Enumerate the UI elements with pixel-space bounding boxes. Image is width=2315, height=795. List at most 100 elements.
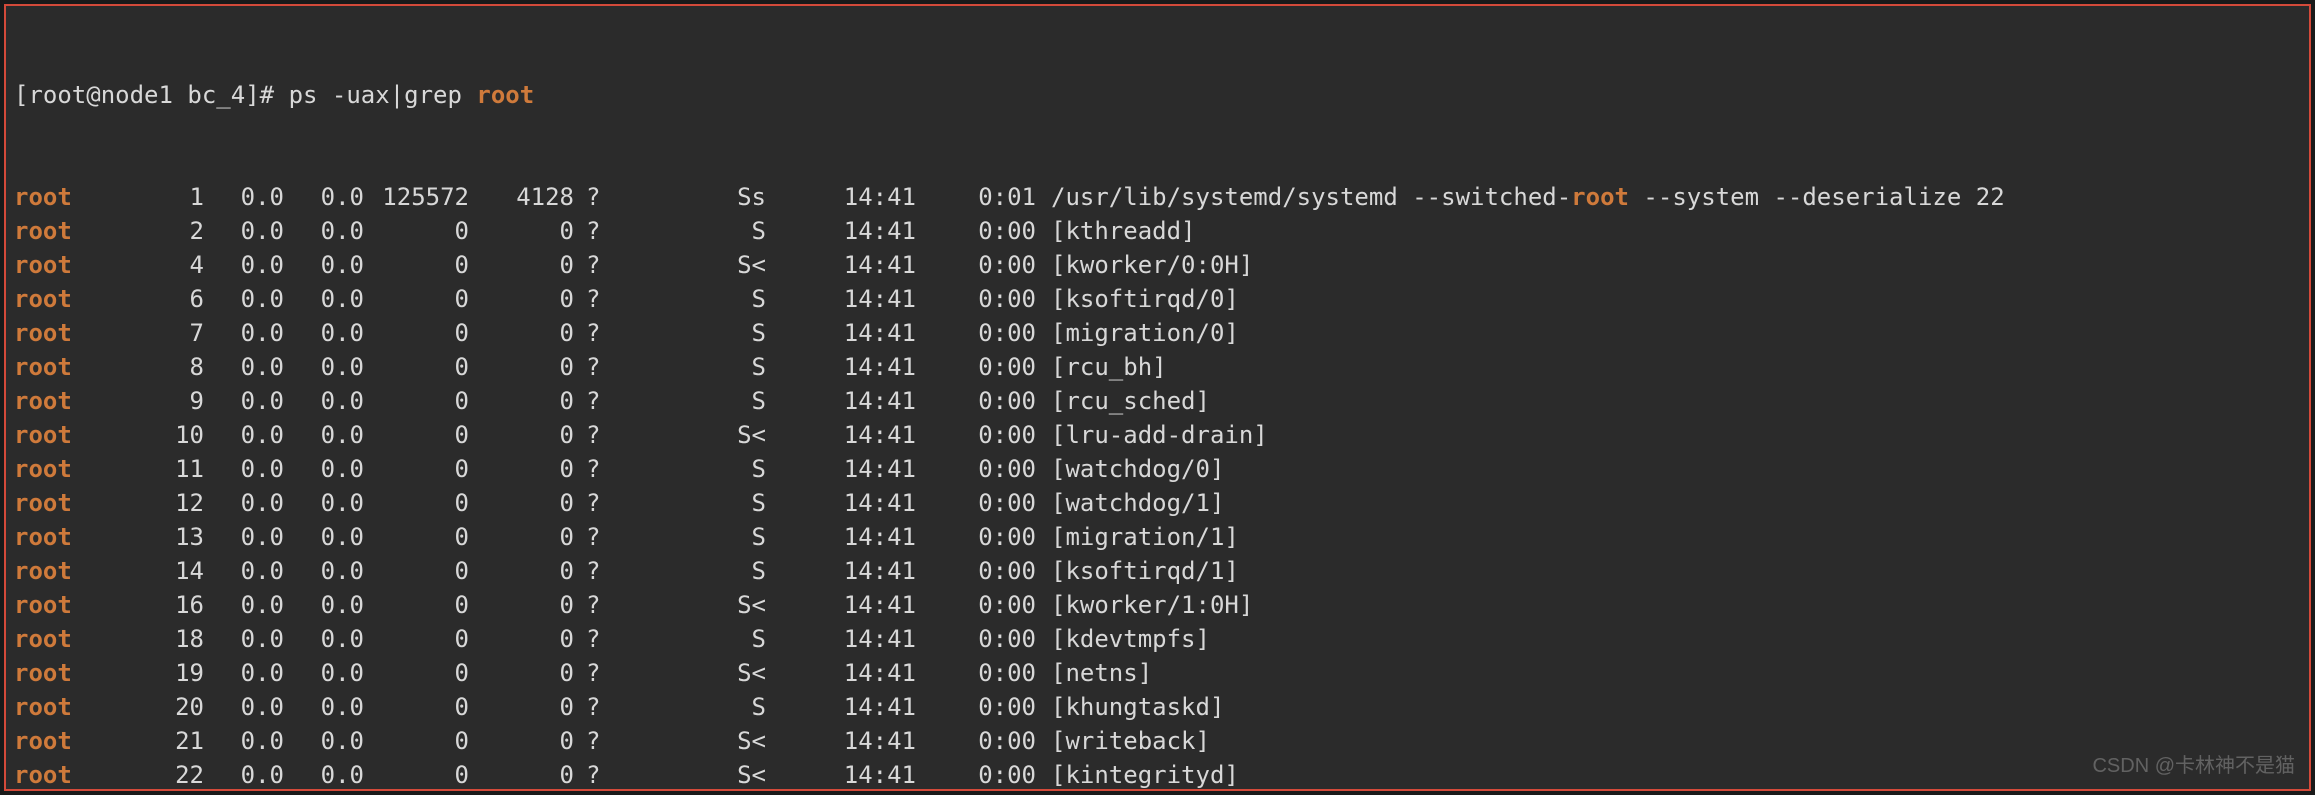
rss-cell: 0 [469,656,574,690]
stat-cell: S< [616,758,806,792]
pid-cell: 12 [134,486,204,520]
cpu-cell: 0.0 [204,622,284,656]
rss-cell: 0 [469,520,574,554]
pid-cell: 6 [134,282,204,316]
mem-cell: 0.0 [284,520,364,554]
process-row: root130.00.000?S14:410:00[migration/1] [14,520,2301,554]
time-cell: 0:00 [916,758,1036,792]
pid-cell: 8 [134,350,204,384]
tty-cell: ? [574,554,616,588]
vsz-cell: 0 [364,248,469,282]
time-cell: 0:00 [916,486,1036,520]
vsz-cell: 0 [364,656,469,690]
rss-cell: 0 [469,452,574,486]
stat-cell: S< [616,724,806,758]
process-row: root120.00.000?S14:410:00[watchdog/1] [14,486,2301,520]
pid-cell: 21 [134,724,204,758]
start-cell: 14:41 [806,520,916,554]
process-row: root160.00.000?S<14:410:00[kworker/1:0H] [14,588,2301,622]
pid-cell: 16 [134,588,204,622]
command-cell: [migration/1] [1036,520,1239,554]
vsz-cell: 0 [364,690,469,724]
command-cell: /usr/lib/systemd/systemd --switched-root… [1036,180,2005,214]
start-cell: 14:41 [806,554,916,588]
prompt-cwd: bc_4 [173,78,245,112]
process-row: root190.00.000?S<14:410:00[netns] [14,656,2301,690]
tty-cell: ? [574,282,616,316]
tty-cell: ? [574,520,616,554]
cpu-cell: 0.0 [204,520,284,554]
start-cell: 14:41 [806,588,916,622]
rss-cell: 0 [469,214,574,248]
time-cell: 0:00 [916,690,1036,724]
command-cell: [watchdog/0] [1036,452,1224,486]
vsz-cell: 0 [364,384,469,418]
start-cell: 14:41 [806,384,916,418]
process-row: root40.00.000?S<14:410:00[kworker/0:0H] [14,248,2301,282]
mem-cell: 0.0 [284,350,364,384]
stat-cell: S [616,690,806,724]
command-cell: [migration/0] [1036,316,1239,350]
start-cell: 14:41 [806,350,916,384]
cpu-cell: 0.0 [204,588,284,622]
terminal-window[interactable]: [root@node1 bc_4]# ps -uax|grep root roo… [4,4,2311,791]
vsz-cell: 0 [364,486,469,520]
user-cell: root [14,282,134,316]
vsz-cell: 0 [364,214,469,248]
stat-cell: S [616,384,806,418]
user-cell: root [14,724,134,758]
time-cell: 0:01 [916,180,1036,214]
pid-cell: 7 [134,316,204,350]
time-cell: 0:00 [916,520,1036,554]
process-row: root110.00.000?S14:410:00[watchdog/0] [14,452,2301,486]
prompt-user-host: root@node1 [28,78,173,112]
mem-cell: 0.0 [284,282,364,316]
pid-cell: 10 [134,418,204,452]
stat-cell: S [616,486,806,520]
rss-cell: 0 [469,724,574,758]
vsz-cell: 0 [364,758,469,792]
rss-cell: 4128 [469,180,574,214]
mem-cell: 0.0 [284,724,364,758]
pid-cell: 22 [134,758,204,792]
rss-cell: 0 [469,486,574,520]
cpu-cell: 0.0 [204,350,284,384]
start-cell: 14:41 [806,316,916,350]
user-cell: root [14,486,134,520]
cpu-cell: 0.0 [204,656,284,690]
command-cell: [kworker/1:0H] [1036,588,1253,622]
vsz-cell: 0 [364,316,469,350]
start-cell: 14:41 [806,248,916,282]
stat-cell: S< [616,656,806,690]
tty-cell: ? [574,690,616,724]
pid-cell: 2 [134,214,204,248]
prompt-line[interactable]: [root@node1 bc_4]# ps -uax|grep root [14,78,2301,112]
stat-cell: Ss [616,180,806,214]
watermark: CSDN @卡林神不是猫 [2092,749,2295,783]
user-cell: root [14,214,134,248]
time-cell: 0:00 [916,350,1036,384]
mem-cell: 0.0 [284,316,364,350]
time-cell: 0:00 [916,554,1036,588]
pid-cell: 1 [134,180,204,214]
process-row: root100.00.000?S<14:410:00[lru-add-drain… [14,418,2301,452]
prompt-close-bracket: ]# [245,78,288,112]
stat-cell: S< [616,588,806,622]
command-cell: [ksoftirqd/1] [1036,554,1239,588]
stat-cell: S [616,316,806,350]
start-cell: 14:41 [806,282,916,316]
user-cell: root [14,418,134,452]
rss-cell: 0 [469,690,574,724]
cpu-cell: 0.0 [204,180,284,214]
mem-cell: 0.0 [284,214,364,248]
pid-cell: 4 [134,248,204,282]
time-cell: 0:00 [916,214,1036,248]
user-cell: root [14,350,134,384]
command-cell: [ksoftirqd/0] [1036,282,1239,316]
pid-cell: 18 [134,622,204,656]
process-row: root140.00.000?S14:410:00[ksoftirqd/1] [14,554,2301,588]
tty-cell: ? [574,316,616,350]
user-cell: root [14,622,134,656]
time-cell: 0:00 [916,418,1036,452]
stat-cell: S [616,350,806,384]
